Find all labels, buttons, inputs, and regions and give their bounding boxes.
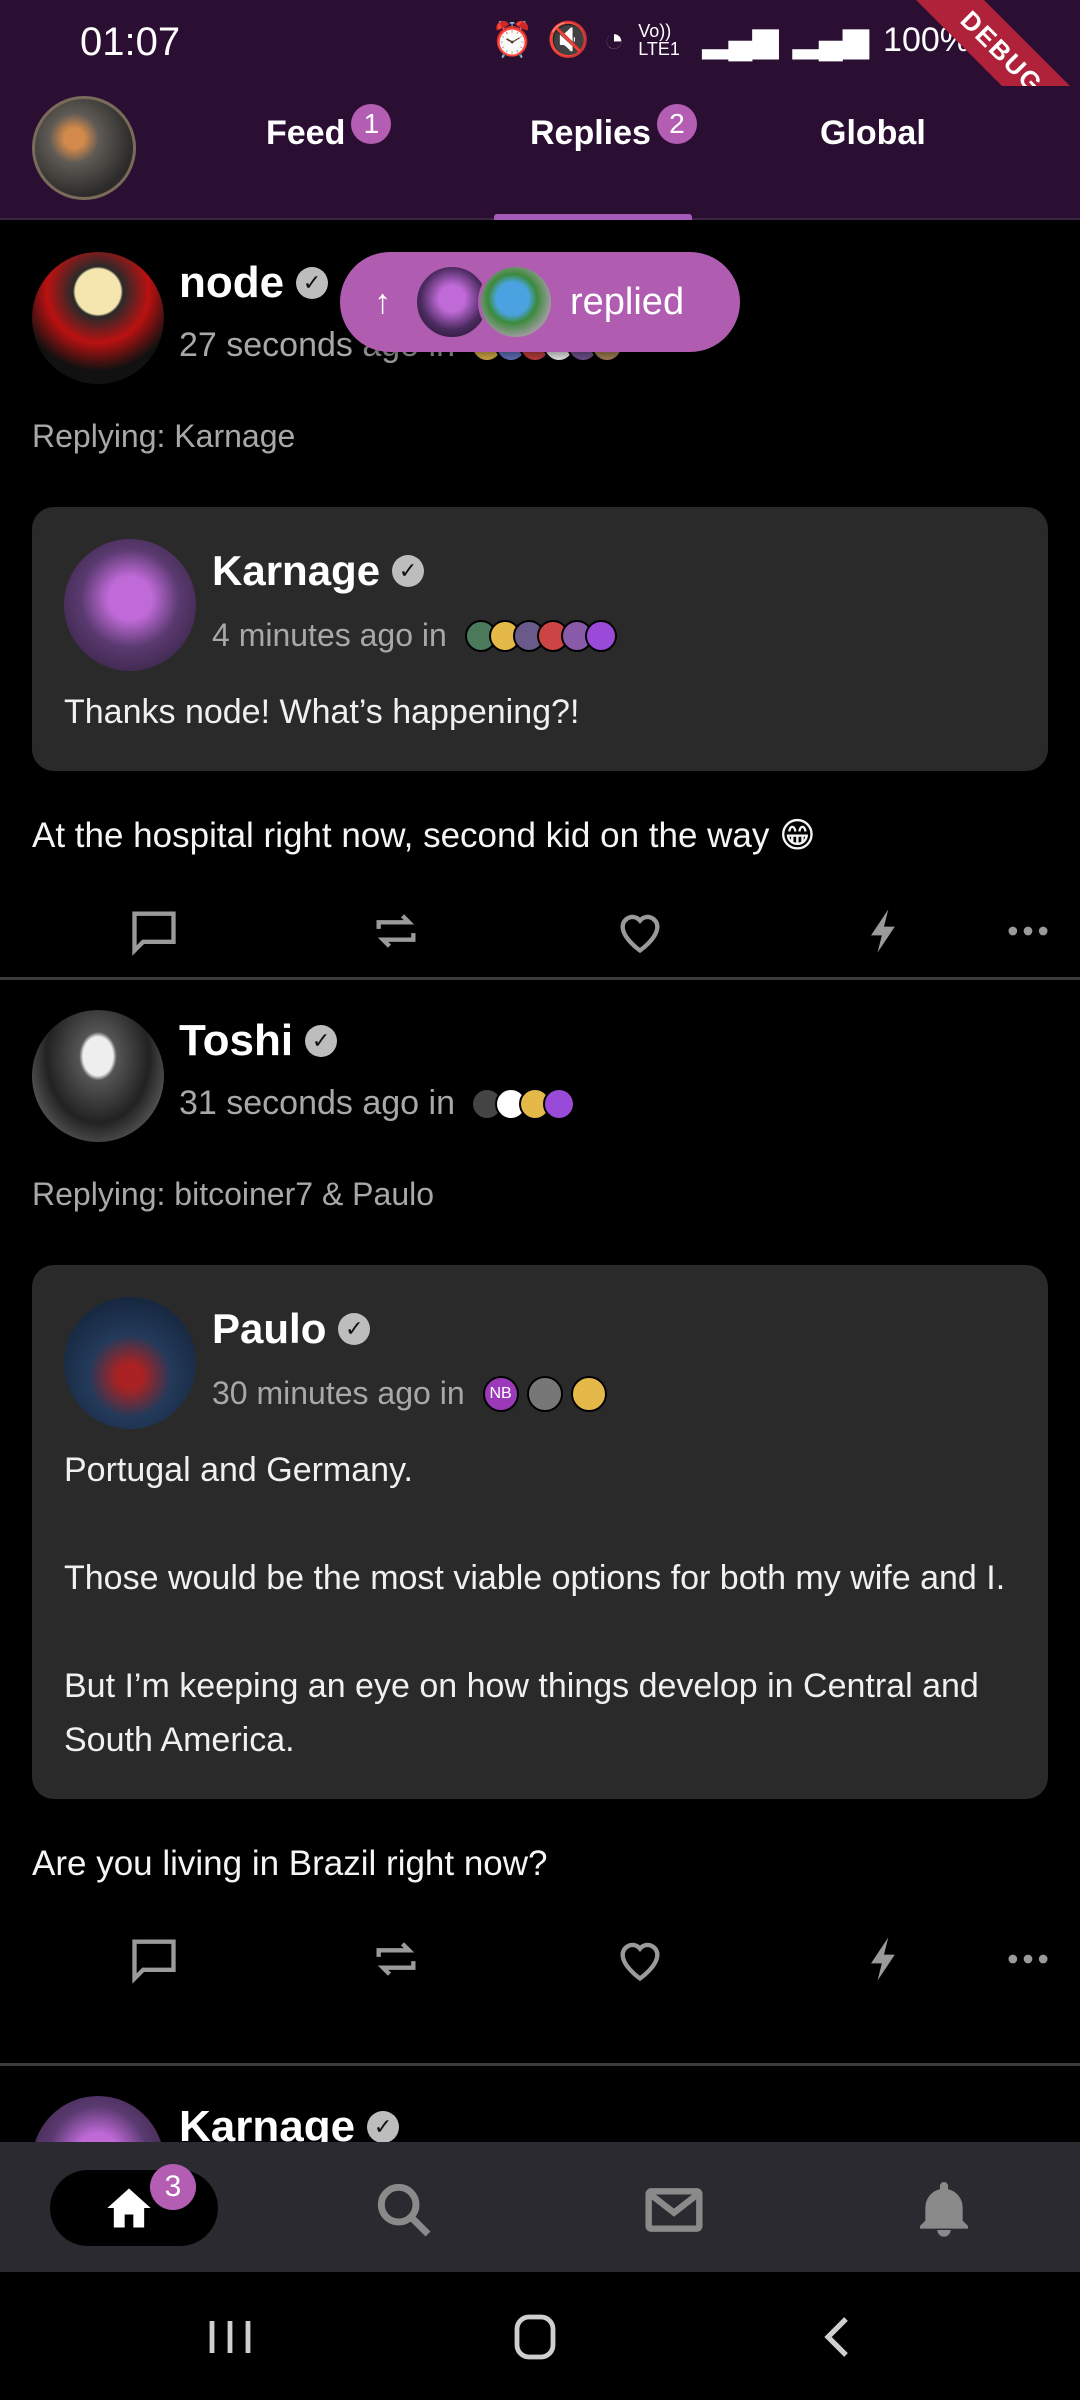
- bottom-nav: 3: [0, 2142, 1080, 2272]
- alarm-icon: ⏰: [491, 21, 534, 59]
- tab-replies-label: Replies: [530, 114, 651, 152]
- quote-author-name-text: Paulo: [212, 1305, 327, 1352]
- post-actions: [0, 861, 1080, 993]
- tab-replies[interactable]: Replies 2: [530, 104, 697, 153]
- author-name-text: node: [179, 258, 285, 307]
- quote-author-name[interactable]: Karnage ✓: [212, 547, 425, 595]
- author-name-text: Karnage: [179, 2102, 356, 2142]
- author-name[interactable]: Toshi ✓: [179, 1016, 338, 1066]
- heart-icon[interactable]: [614, 905, 666, 957]
- home-button-icon[interactable]: [505, 2312, 565, 2362]
- post-text: Are you living in Brazil right now?: [32, 1844, 548, 1883]
- replying-to[interactable]: Replying: bitcoiner7 & Paulo: [0, 1122, 1080, 1213]
- status-time: 01:07: [80, 20, 181, 64]
- quote-header: Karnage ✓ 4 minutes ago in: [64, 539, 1016, 671]
- arrow-up-icon: ↑: [374, 282, 391, 321]
- post-actions: [0, 1889, 1080, 2021]
- post: Toshi ✓ 31 seconds ago in Replying: bitc…: [0, 980, 1080, 2066]
- quoted-post[interactable]: Paulo ✓ 30 minutes ago in NB Portugal an…: [32, 1265, 1048, 1799]
- quote-text: Portugal and Germany. Those would be the…: [64, 1451, 1006, 1759]
- avatar[interactable]: [32, 2096, 164, 2142]
- tab-feed-label: Feed: [266, 114, 346, 152]
- new-replies-pill[interactable]: ↑ replied: [340, 252, 740, 352]
- community-avatars[interactable]: [470, 1087, 575, 1120]
- pill-avatar: [478, 264, 554, 340]
- avatar[interactable]: [32, 252, 164, 384]
- quote-author-name-text: Karnage: [212, 547, 381, 594]
- mail-icon[interactable]: [642, 2178, 706, 2242]
- post-time: 31 seconds ago in: [179, 1084, 455, 1122]
- home-badge: 3: [150, 2164, 196, 2210]
- quote-time: 4 minutes ago in: [212, 617, 447, 653]
- author-name-text: Toshi: [179, 1016, 294, 1065]
- post-meta: 31 seconds ago in: [179, 1084, 575, 1123]
- status-icons: ⏰ 🔇 ◔ Vo)) LTE1 ▂▄▆ ▂▄▆ 100%: [491, 20, 970, 60]
- tab-feed-badge: 1: [351, 104, 392, 144]
- quoted-post[interactable]: Karnage ✓ 4 minutes ago in Thanks node! …: [32, 507, 1048, 771]
- quote-time: 30 minutes ago in: [212, 1375, 465, 1411]
- tab-replies-badge: 2: [656, 104, 697, 144]
- tab-header: Feed 1 Replies 2 Global: [0, 86, 1080, 220]
- avatar[interactable]: [64, 539, 196, 671]
- system-nav: [0, 2272, 1080, 2400]
- tab-feed[interactable]: Feed 1: [266, 104, 392, 153]
- author-name[interactable]: Karnage ✓: [179, 2102, 400, 2142]
- quote-header: Paulo ✓ 30 minutes ago in NB: [64, 1297, 1016, 1429]
- verified-icon: ✓: [305, 1025, 338, 1057]
- post-text: At the hospital right now, second kid on…: [32, 816, 816, 855]
- post: Karnage ✓: [0, 2066, 1080, 2142]
- zap-icon[interactable]: [858, 905, 910, 957]
- more-icon[interactable]: [1002, 1933, 1054, 1985]
- tab-global-label: Global: [820, 114, 926, 152]
- quote-meta: 30 minutes ago in NB: [212, 1375, 607, 1412]
- verified-icon: ✓: [367, 2111, 400, 2142]
- reply-icon[interactable]: [128, 905, 180, 957]
- post-header: Toshi ✓ 31 seconds ago in: [0, 980, 1080, 1142]
- tab-global[interactable]: Global: [820, 114, 926, 153]
- feed[interactable]: node ✓ 27 seconds ago in Replying: Karna…: [0, 222, 1080, 2142]
- quote-text: Thanks node! What’s happening?!: [64, 693, 580, 731]
- active-tab-indicator: [494, 214, 692, 220]
- replied-label: replied: [570, 280, 685, 323]
- more-icon[interactable]: [1002, 905, 1054, 957]
- bell-icon[interactable]: [912, 2178, 976, 2242]
- recents-icon[interactable]: [200, 2312, 260, 2362]
- post-header: Karnage ✓: [0, 2066, 1080, 2142]
- community-initials-badge: NB: [482, 1375, 519, 1412]
- wifi-icon: ◔: [603, 20, 625, 59]
- repost-icon[interactable]: [370, 905, 422, 957]
- search-icon[interactable]: [372, 2178, 436, 2242]
- community-avatars[interactable]: NB: [482, 1375, 607, 1412]
- network-label: Vo)) LTE1: [638, 21, 680, 59]
- signal-icon: ▂▄▆: [702, 21, 779, 59]
- replying-to[interactable]: Replying: Karnage: [0, 364, 1080, 455]
- verified-icon: ✓: [338, 1313, 371, 1345]
- community-avatars[interactable]: [464, 619, 617, 652]
- reply-icon[interactable]: [128, 1933, 180, 1985]
- quote-meta: 4 minutes ago in: [212, 617, 617, 654]
- avatar[interactable]: [32, 1010, 164, 1142]
- back-icon[interactable]: [808, 2312, 868, 2362]
- repost-icon[interactable]: [370, 1933, 422, 1985]
- status-bar: 01:07 ⏰ 🔇 ◔ Vo)) LTE1 ▂▄▆ ▂▄▆ 100% DEBUG: [0, 0, 1080, 168]
- nav-home-button[interactable]: 3: [50, 2164, 218, 2246]
- profile-avatar[interactable]: [32, 96, 136, 200]
- verified-icon: ✓: [392, 555, 425, 587]
- signal-icon-2: ▂▄▆: [792, 21, 870, 59]
- avatar[interactable]: [64, 1297, 196, 1429]
- author-name[interactable]: node ✓: [179, 258, 329, 308]
- zap-icon[interactable]: [858, 1933, 910, 1985]
- heart-icon[interactable]: [614, 1933, 666, 1985]
- verified-icon: ✓: [296, 267, 329, 299]
- quote-author-name[interactable]: Paulo ✓: [212, 1305, 371, 1353]
- mute-icon: 🔇: [547, 21, 590, 59]
